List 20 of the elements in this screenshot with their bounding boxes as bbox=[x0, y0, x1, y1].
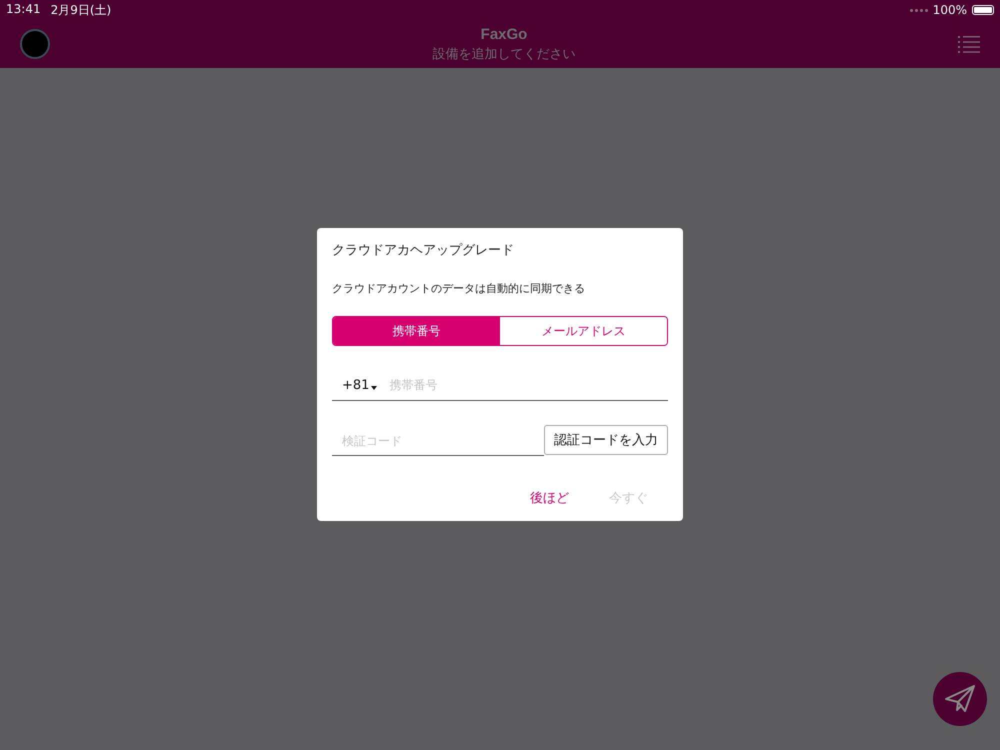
dialog-message: クラウドアカウントのデータは自動的に同期できる bbox=[332, 281, 586, 296]
battery-icon bbox=[972, 5, 994, 15]
send-button[interactable] bbox=[933, 672, 987, 726]
country-code-dropdown[interactable]: +81 bbox=[332, 378, 378, 392]
caret-icon bbox=[371, 386, 378, 390]
app-subtitle: 設備を追加してください bbox=[432, 46, 576, 62]
status-time: 13:41 bbox=[6, 2, 41, 18]
signal-icon bbox=[910, 8, 928, 12]
avatar-icon[interactable] bbox=[20, 29, 50, 59]
battery-percent: 100% bbox=[932, 3, 967, 17]
app-title: FaxGo bbox=[480, 26, 528, 42]
menu-icon[interactable] bbox=[958, 35, 980, 53]
paper-plane-icon bbox=[944, 683, 976, 715]
dialog-action[interactable]: 後ほど bbox=[520, 485, 579, 511]
dialog-title: クラウドアカヘアップグレード bbox=[332, 242, 515, 260]
status-date: 2月9日(土) bbox=[50, 2, 112, 18]
send-code-button[interactable]: 認証コードを入力 bbox=[544, 425, 668, 455]
tab[interactable]: 携帯番号 bbox=[333, 317, 500, 345]
verification-code-field[interactable]: 検証コード bbox=[332, 426, 544, 456]
phone-field[interactable]: +81 携帯番号 bbox=[332, 370, 668, 401]
